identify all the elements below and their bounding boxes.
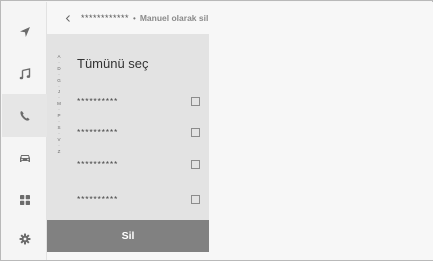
list-item[interactable]: ********** xyxy=(77,124,202,140)
apps-icon xyxy=(19,194,30,205)
back-button[interactable] xyxy=(61,8,75,28)
music-icon xyxy=(19,67,30,79)
header-separator: • xyxy=(133,13,136,23)
list-item-label: ********** xyxy=(77,96,119,106)
list-item[interactable]: ********** xyxy=(77,191,202,207)
nav-settings-button[interactable] xyxy=(2,217,47,260)
list-item[interactable]: ********** xyxy=(77,156,202,172)
navigation-icon xyxy=(19,26,30,37)
nav-car-button[interactable] xyxy=(2,136,47,179)
list-item[interactable]: ********** xyxy=(77,93,202,109)
phone-icon xyxy=(19,110,30,121)
sidebar xyxy=(2,2,47,260)
page-title: Manuel olarak sil xyxy=(139,13,209,23)
nav-apps-button[interactable] xyxy=(2,178,47,221)
list-item-label: ********** xyxy=(77,127,119,137)
alphabet-index[interactable]: A · D · G · J · M · P · S · V · Z xyxy=(55,54,63,154)
main-area: ************ • Manuel olarak sil A · D · G · J… xyxy=(47,2,433,260)
chevron-left-icon xyxy=(65,14,70,22)
screen: ************ • Manuel olarak sil A · D · G · J… xyxy=(0,0,433,261)
contact-name: ************ xyxy=(81,13,130,23)
contact-list-panel: A · D · G · J · M · P · S · V · Z Tümünü seç ********** … xyxy=(47,34,209,220)
list-item-checkbox[interactable] xyxy=(191,159,200,169)
nav-music-button[interactable] xyxy=(2,52,47,95)
list-item-checkbox[interactable] xyxy=(191,194,200,204)
select-all-option[interactable]: Tümünü seç xyxy=(77,56,149,71)
nav-phone-button[interactable] xyxy=(2,94,47,137)
alphabet-index-letter[interactable]: Z xyxy=(58,149,61,155)
list-item-label: ********** xyxy=(77,194,119,204)
nav-navigation-button[interactable] xyxy=(2,10,47,53)
list-item-checkbox[interactable] xyxy=(191,127,200,137)
list-item-checkbox[interactable] xyxy=(191,96,200,106)
list-item-label: ********** xyxy=(77,159,119,169)
car-icon xyxy=(19,154,30,162)
delete-button[interactable]: Sil xyxy=(47,220,209,252)
settings-icon xyxy=(19,233,30,244)
header: ************ • Manuel olarak sil xyxy=(47,2,433,34)
